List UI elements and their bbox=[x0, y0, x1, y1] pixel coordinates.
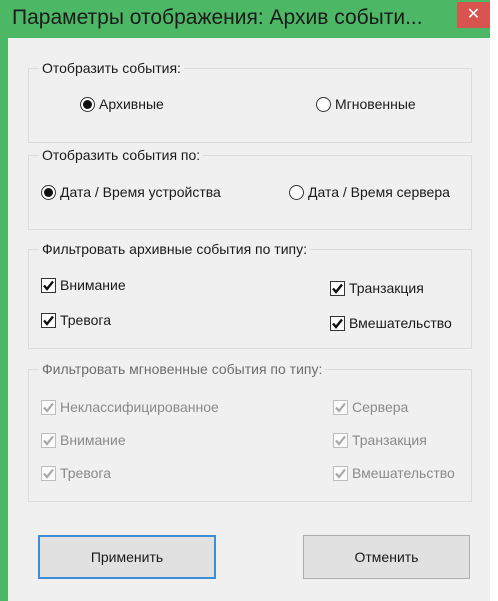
instant-check-attention[interactable]: Внимание bbox=[41, 432, 126, 448]
radio-archive[interactable]: Архивные bbox=[80, 96, 164, 112]
show-by-group-label: Отобразить события по: bbox=[39, 147, 204, 163]
checkmark-icon bbox=[43, 435, 54, 446]
archive-check-transaction-label: Транзакция bbox=[349, 280, 424, 296]
checkbox[interactable] bbox=[41, 312, 56, 328]
radio-archive-label: Архивные bbox=[99, 96, 164, 112]
checkbox[interactable] bbox=[41, 465, 56, 481]
instant-check-transaction[interactable]: Транзакция bbox=[333, 432, 427, 448]
checkbox[interactable] bbox=[333, 465, 348, 481]
instant-check-unclassified[interactable]: Неклассифицированное bbox=[41, 399, 219, 415]
apply-button[interactable]: Применить bbox=[38, 535, 216, 579]
instant-check-alarm[interactable]: Тревога bbox=[41, 465, 111, 481]
archive-check-attention[interactable]: Внимание bbox=[41, 277, 126, 293]
checkmark-icon bbox=[43, 468, 54, 479]
archive-check-tamper[interactable]: Вмешательство bbox=[330, 315, 452, 331]
dialog-body: Отобразить события: Архивные Мгновенные … bbox=[8, 38, 490, 601]
window-title: Параметры отображения: Архив событи... bbox=[12, 6, 423, 29]
checkbox[interactable] bbox=[41, 399, 56, 415]
checkbox[interactable] bbox=[333, 432, 348, 448]
title-bar[interactable]: Параметры отображения: Архив событи... ✕ bbox=[0, 0, 490, 38]
checkbox[interactable] bbox=[330, 280, 345, 296]
radio-instant-indicator[interactable] bbox=[316, 96, 331, 112]
checkbox[interactable] bbox=[330, 315, 345, 331]
checkmark-icon bbox=[332, 318, 343, 329]
checkmark-icon bbox=[335, 468, 346, 479]
instant-filter-group-label: Фильтровать мгновенные события по типу: bbox=[39, 361, 326, 377]
instant-check-tamper-label: Вмешательство bbox=[352, 465, 455, 481]
checkmark-icon bbox=[335, 402, 346, 413]
radio-instant[interactable]: Мгновенные bbox=[316, 96, 416, 112]
checkbox[interactable] bbox=[41, 432, 56, 448]
instant-check-attention-label: Внимание bbox=[60, 432, 126, 448]
instant-filter-group: Фильтровать мгновенные события по типу: … bbox=[28, 361, 472, 502]
show-by-group: Отобразить события по: Дата / Время устр… bbox=[28, 147, 472, 230]
checkbox[interactable] bbox=[41, 277, 56, 293]
checkmark-icon bbox=[43, 402, 54, 413]
instant-check-unclassified-label: Неклассифицированное bbox=[60, 399, 219, 415]
archive-filter-group-label: Фильтровать архивные события по типу: bbox=[39, 241, 311, 257]
archive-check-alarm[interactable]: Тревога bbox=[41, 312, 111, 328]
show-events-group-label: Отобразить события: bbox=[39, 60, 184, 76]
checkmark-icon bbox=[43, 315, 54, 326]
cancel-button[interactable]: Отменить bbox=[303, 535, 470, 579]
checkmark-icon bbox=[335, 435, 346, 446]
instant-check-tamper[interactable]: Вмешательство bbox=[333, 465, 455, 481]
checkbox[interactable] bbox=[333, 399, 348, 415]
dialog-window: Параметры отображения: Архив событи... ✕… bbox=[0, 0, 490, 601]
instant-check-alarm-label: Тревога bbox=[60, 465, 111, 481]
radio-server-time-label: Дата / Время сервера bbox=[308, 184, 450, 200]
archive-check-tamper-label: Вмешательство bbox=[349, 315, 452, 331]
archive-check-attention-label: Внимание bbox=[60, 277, 126, 293]
radio-archive-indicator[interactable] bbox=[80, 96, 95, 112]
radio-instant-label: Мгновенные bbox=[335, 96, 416, 112]
close-icon: ✕ bbox=[466, 6, 481, 23]
show-events-group: Отобразить события: Архивные Мгновенные bbox=[28, 60, 472, 143]
radio-server-time-indicator[interactable] bbox=[289, 184, 304, 200]
close-button[interactable]: ✕ bbox=[457, 2, 490, 28]
instant-check-transaction-label: Транзакция bbox=[352, 432, 427, 448]
instant-check-server[interactable]: Сервера bbox=[333, 399, 408, 415]
radio-server-time[interactable]: Дата / Время сервера bbox=[289, 184, 450, 200]
archive-filter-group: Фильтровать архивные события по типу: Вн… bbox=[28, 241, 472, 349]
checkmark-icon bbox=[43, 280, 54, 291]
instant-check-server-label: Сервера bbox=[352, 399, 409, 415]
radio-device-time[interactable]: Дата / Время устройства bbox=[41, 184, 221, 200]
archive-check-transaction[interactable]: Транзакция bbox=[330, 280, 424, 296]
radio-device-time-indicator[interactable] bbox=[41, 184, 56, 200]
radio-device-time-label: Дата / Время устройства bbox=[60, 184, 221, 200]
checkmark-icon bbox=[332, 283, 343, 294]
archive-check-alarm-label: Тревога bbox=[60, 312, 111, 328]
